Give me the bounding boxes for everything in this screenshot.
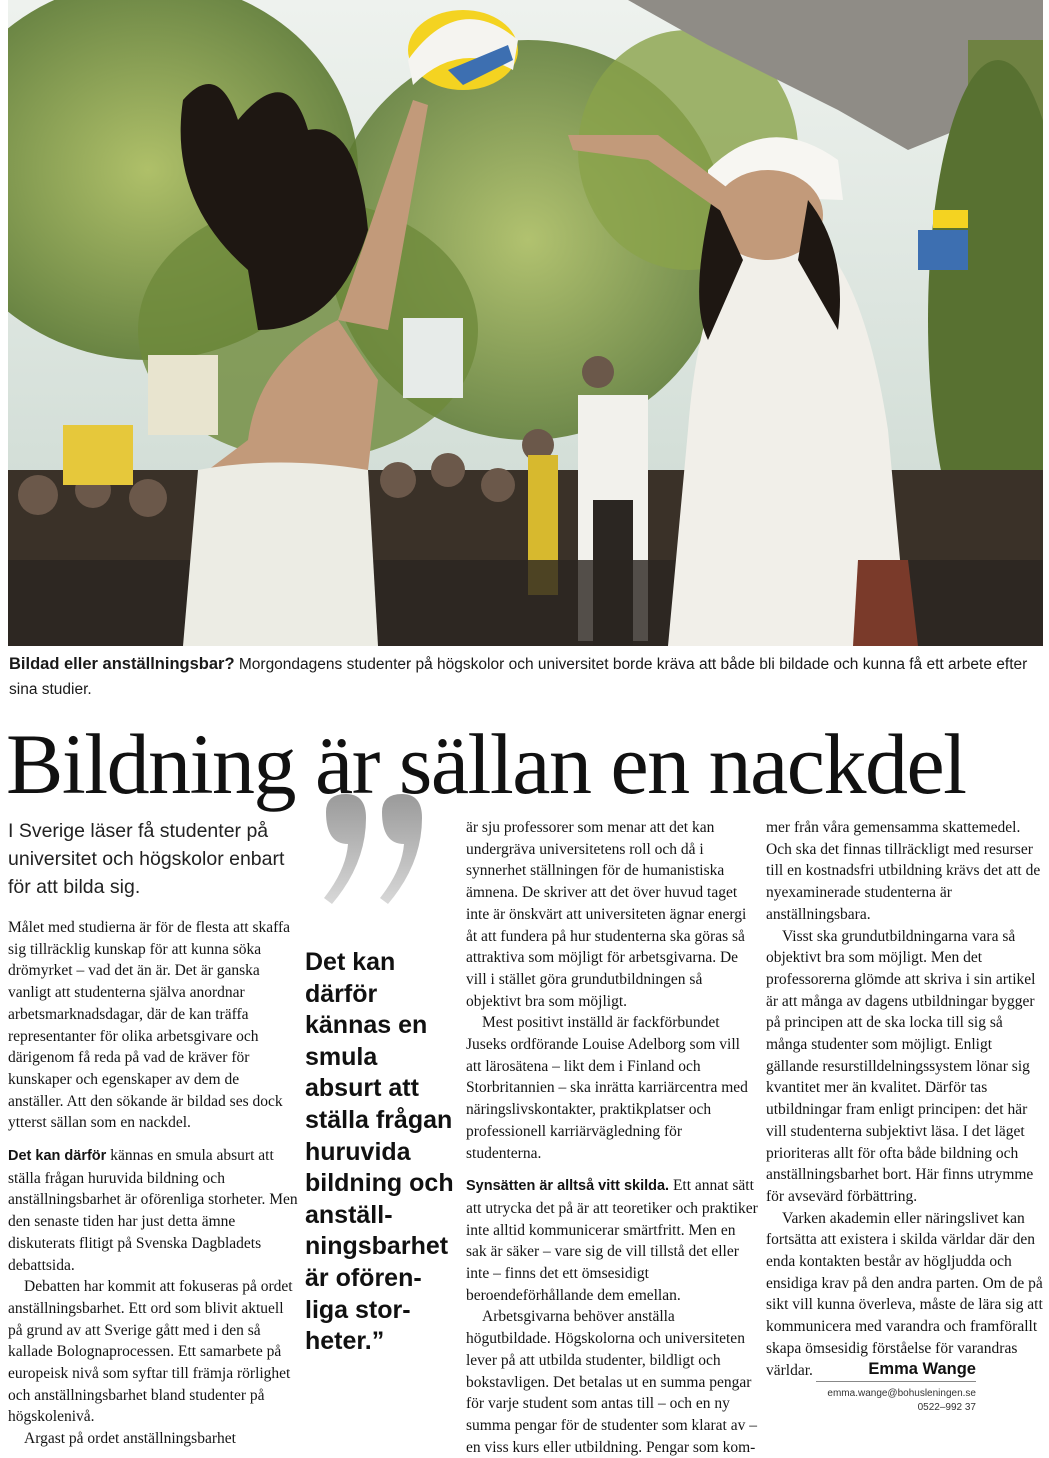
body-paragraph: Synsätten är alltså vitt skilda. Ett ann…: [466, 1175, 758, 1306]
article-column-1: I Sverige läser få studenter på universi…: [8, 817, 298, 1450]
body-paragraph: är sju professorer som menar att det kan…: [466, 819, 747, 1010]
pull-quote: Det kan därför kännas en smula absurt at…: [305, 948, 454, 1356]
author-name: Emma Wange: [868, 1360, 976, 1378]
article-photo: [8, 0, 1043, 646]
body-paragraph: Visst ska grundutbildningarna vara så ob…: [766, 927, 1036, 1205]
paragraph-lead-in: Det kan därför: [8, 1148, 107, 1165]
author-email: emma.wange@bohusleningen.se: [827, 1388, 976, 1399]
author-byline: Emma Wange emma.wange@bohusleningen.se 0…: [816, 1360, 976, 1415]
article-column-3: mer från våra gemensamma skattemedel. Oc…: [766, 817, 1044, 1381]
body-paragraph: Mest positivt inställd är fackförbundet …: [466, 1014, 748, 1162]
paragraph-text: kännas en smula absurt att ställa frågan…: [8, 1147, 298, 1274]
body-paragraph: mer från våra gemensamma skattemedel. Oc…: [766, 819, 1041, 923]
body-paragraph: Målet med studierna är för de flesta att…: [8, 919, 291, 1132]
paragraph-lead-in: Synsätten är alltså vitt skilda.: [466, 1178, 670, 1195]
article-column-2: är sju professorer som menar att det kan…: [466, 817, 758, 1458]
body-paragraph: Argast på ordet anställningsbarhet: [24, 1430, 236, 1448]
article-ingress: I Sverige läser få studenter på universi…: [8, 820, 285, 898]
article-headline: Bildning är sällan en nackdel: [6, 716, 967, 812]
body-paragraph: Debatten har kommit att fokuseras på ord…: [8, 1278, 293, 1426]
body-paragraph: Det kan därför kännas en smula absurt at…: [8, 1145, 298, 1276]
photo-caption: Bildad eller anställningsbar? Morgondage…: [9, 652, 1039, 702]
paragraph-text: Ett annat sätt att utrycka det på är att…: [466, 1177, 758, 1304]
author-phone: 0522–992 37: [917, 1402, 976, 1413]
body-paragraph: Varken akademin eller näringslivet kan f…: [766, 1209, 1043, 1379]
caption-title: Bildad eller anställningsbar?: [9, 655, 235, 673]
body-paragraph: Arbetsgivarna behöver anställa högutbild…: [466, 1308, 757, 1456]
quotation-marks-icon: [318, 792, 438, 922]
